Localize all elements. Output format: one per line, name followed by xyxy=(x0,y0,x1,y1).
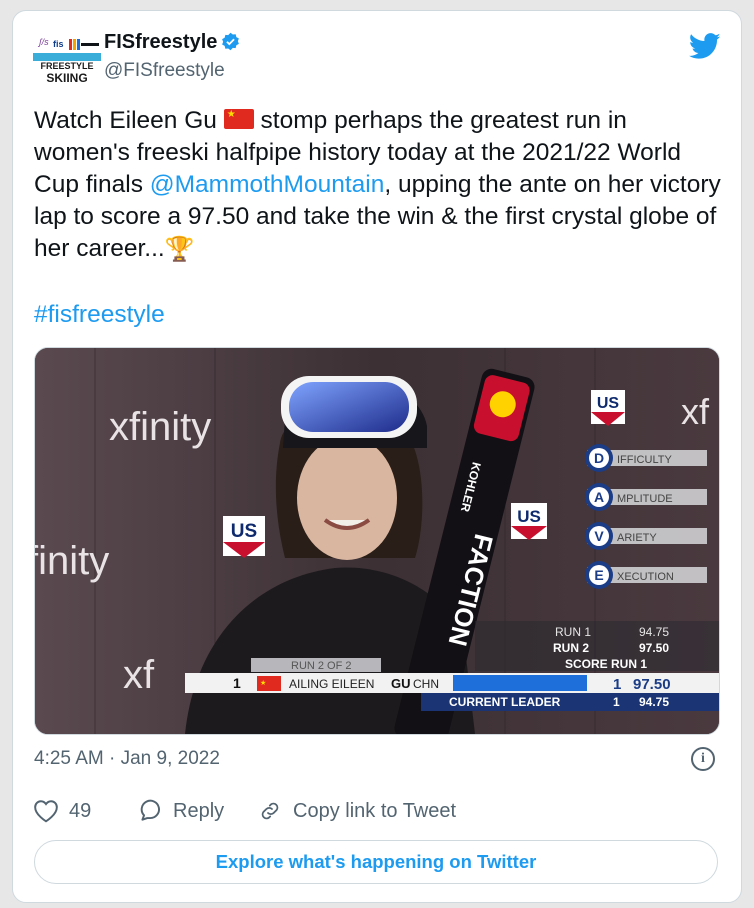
criteria-letter: V xyxy=(594,528,604,544)
run-of-label: RUN 2 OF 2 xyxy=(291,660,352,672)
sponsor-logo-partial-3: xf xyxy=(681,391,710,432)
like-count: 49 xyxy=(69,799,92,822)
criteria-label: XECUTION xyxy=(617,571,674,583)
video-frame: xfinity finity xf xf ty US US US xyxy=(35,348,719,734)
criteria-letter: A xyxy=(594,489,604,505)
score-run-label: SCORE RUN 1 xyxy=(565,657,647,671)
trophy-icon: 🏆 xyxy=(164,236,195,263)
criteria-letter: D xyxy=(594,450,604,466)
run-1-label: RUN 1 xyxy=(555,625,591,639)
author-name-text[interactable]: FISfreestyle xyxy=(104,31,217,53)
reply-button[interactable]: Reply xyxy=(137,799,224,823)
current-score: 97.50 xyxy=(633,676,671,693)
tweet-timestamp[interactable]: 4:25 AM · Jan 9, 2022 xyxy=(34,748,220,770)
athlete-rank: 1 xyxy=(233,675,241,691)
leader-rank: 1 xyxy=(613,695,620,709)
run-2-label: RUN 2 xyxy=(553,641,589,655)
reply-icon xyxy=(140,799,160,821)
avatar-text-top: FREESTYLE xyxy=(40,61,93,71)
svg-text:ʃ/s: ʃ/s xyxy=(37,37,49,47)
author-handle[interactable]: @FISfreestyle xyxy=(104,60,225,82)
sponsor-logo-partial: finity xyxy=(35,539,109,583)
us-ski-logo-3: US xyxy=(591,390,625,426)
us-logo-text: US xyxy=(231,521,257,542)
hashtag-link[interactable]: #fisfreestyle xyxy=(34,301,165,329)
explore-button[interactable]: Explore what's happening on Twitter xyxy=(34,840,718,884)
fis-freestyle-avatar[interactable]: ʃ/s fis FREESTYLE SKIING xyxy=(33,25,101,93)
video-media[interactable]: xfinity finity xf xf ty US US US xyxy=(34,347,720,735)
us-ski-logo-2: US xyxy=(511,503,547,540)
criteria-label: ARIETY xyxy=(617,532,657,544)
current-rank: 1 xyxy=(613,676,621,693)
leader-score: 94.75 xyxy=(639,695,669,709)
tweet-text: Watch Eileen Gu stomp perhaps the greate… xyxy=(34,105,724,266)
avatar-text-bottom: SKIING xyxy=(46,71,87,85)
like-button[interactable]: 49 xyxy=(33,799,91,823)
copy-link-button[interactable]: Copy link to Tweet xyxy=(257,799,456,823)
author-name[interactable]: FISfreestyle xyxy=(104,31,240,54)
copy-link-label: Copy link to Tweet xyxy=(293,799,457,822)
criteria-label: MPLITUDE xyxy=(617,493,673,505)
sponsor-logo-partial-2: xf xyxy=(123,653,155,697)
criteria-label: IFFICULTY xyxy=(617,454,672,466)
tweet-card: ʃ/s fis FREESTYLE SKIING FISfreestyle @F… xyxy=(12,10,742,903)
criteria-letter: E xyxy=(594,567,603,583)
run-scores-panel: RUN 1 94.75 RUN 2 97.50 SCORE RUN 1 xyxy=(475,621,719,671)
us-logo-text-2: US xyxy=(517,507,541,526)
us-ski-logo-1: US xyxy=(223,516,265,558)
china-flag-icon xyxy=(223,109,254,129)
mention-link[interactable]: @MammothMountain xyxy=(150,171,385,198)
run-2-score: 97.50 xyxy=(639,641,669,655)
us-logo-text-3: US xyxy=(597,395,620,412)
svg-text:★: ★ xyxy=(260,679,266,687)
svg-text:fis: fis xyxy=(53,39,64,49)
run-1-score: 94.75 xyxy=(639,625,669,639)
tweet-text-part-1: Watch Eileen Gu xyxy=(34,107,224,134)
sponsor-logo: xfinity xyxy=(109,405,211,449)
athlete-surname: GU xyxy=(391,676,411,691)
leader-label: CURRENT LEADER xyxy=(449,695,561,709)
twitter-bird-icon[interactable] xyxy=(689,33,721,60)
verified-badge-icon xyxy=(222,32,240,51)
athlete-name: AILING EILEEN xyxy=(289,677,374,691)
athlete-nation: CHN xyxy=(413,677,439,691)
heart-icon xyxy=(34,800,58,823)
reply-label: Reply xyxy=(173,799,225,822)
info-icon[interactable]: i xyxy=(691,747,715,771)
link-icon xyxy=(261,802,279,820)
